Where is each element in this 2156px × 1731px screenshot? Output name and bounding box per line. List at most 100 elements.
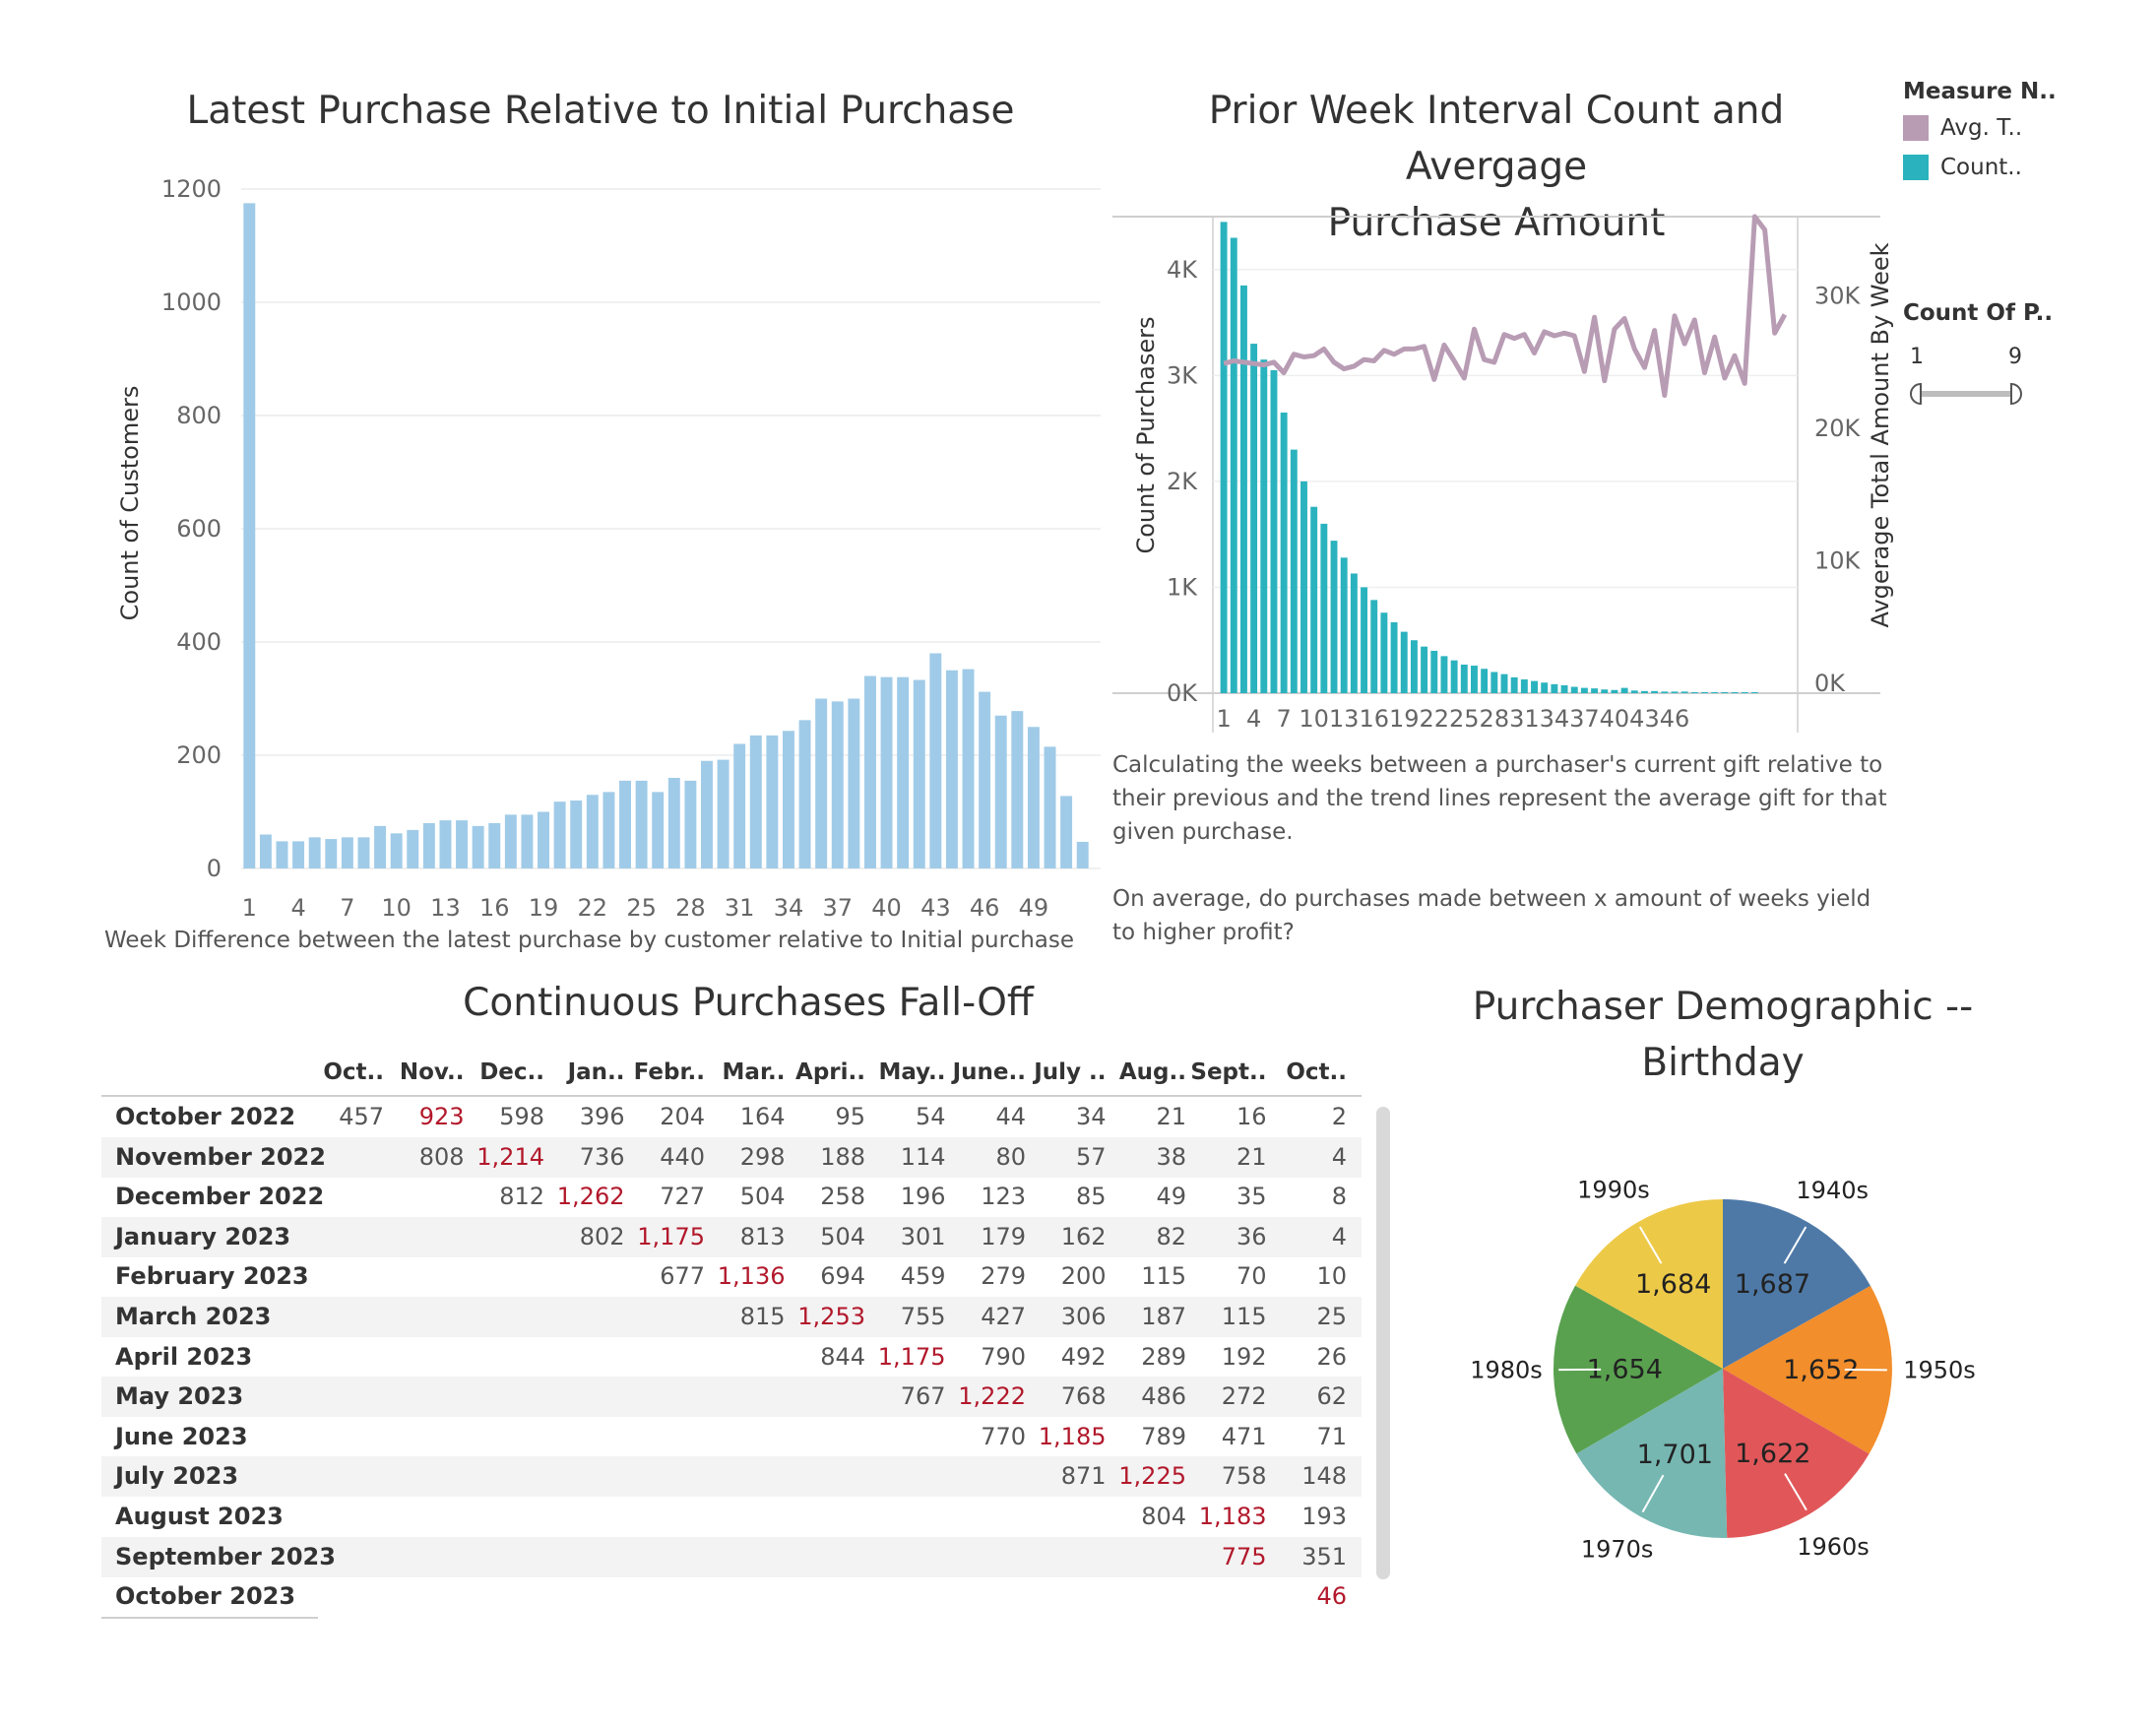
chart1-bar[interactable] <box>259 834 272 869</box>
table-column-header[interactable]: Aug.. <box>1108 1059 1186 1085</box>
table-row[interactable]: May 2023 767 1,222 768 486 272 62 <box>101 1377 1362 1418</box>
chart2-count-bar[interactable] <box>1300 481 1307 693</box>
table-column-header[interactable]: June.. <box>947 1059 1026 1085</box>
table-column-header[interactable]: Oct.. <box>305 1059 384 1085</box>
chart1-bar[interactable] <box>341 837 353 868</box>
chart2-count-bar[interactable] <box>1320 523 1328 693</box>
table-column-header[interactable]: Apri.. <box>787 1059 865 1085</box>
chart2-count-bar[interactable] <box>1611 689 1618 693</box>
chart2-count-bar[interactable] <box>1640 690 1648 693</box>
chart1-bar[interactable] <box>586 795 599 868</box>
chart1-bar[interactable] <box>504 814 517 868</box>
chart1-bar[interactable] <box>733 743 746 869</box>
table-column-header[interactable]: Oct.. <box>1268 1059 1347 1085</box>
chart1-bar[interactable] <box>717 759 729 868</box>
chart2-count-bar[interactable] <box>1510 676 1518 693</box>
table-row[interactable]: August 2023 804 1,183 193 <box>101 1497 1362 1537</box>
chart2-count-bar[interactable] <box>1340 557 1348 693</box>
table-column-header[interactable]: Febr.. <box>626 1059 705 1085</box>
table-row[interactable]: June 2023 770 1,185 789 471 71 <box>101 1417 1362 1457</box>
chart1-bar[interactable] <box>1060 796 1073 868</box>
table-column-header[interactable]: Dec.. <box>466 1059 544 1085</box>
chart1-bar[interactable] <box>880 676 893 868</box>
chart2-count-bar[interactable] <box>1220 222 1228 693</box>
chart2-count-bar[interactable] <box>1591 688 1599 693</box>
table-row[interactable]: September 2023 775 351 <box>101 1536 1362 1577</box>
table-row[interactable]: October 2023 46 <box>101 1576 1362 1617</box>
chart1-bar[interactable] <box>701 760 713 868</box>
chart2-count-bar[interactable] <box>1361 587 1368 693</box>
chart2-count-bar[interactable] <box>1370 600 1378 693</box>
chart1-bar[interactable] <box>521 814 534 868</box>
chart2-count-bar[interactable] <box>1239 285 1247 693</box>
chart1-bar[interactable] <box>831 701 844 868</box>
chart2-count-bar[interactable] <box>1620 687 1628 693</box>
chart2-count-bar[interactable] <box>1260 359 1268 693</box>
chart2-count-bar[interactable] <box>1560 684 1568 693</box>
chart2-count-bar[interactable] <box>1520 679 1528 693</box>
chart2-count-bar[interactable] <box>1290 449 1298 693</box>
chart1-bar[interactable] <box>472 825 484 868</box>
chart2-count-bar[interactable] <box>1490 672 1498 693</box>
table-row[interactable]: March 2023 815 1,253 755 427 306 187 115 25 <box>101 1297 1362 1337</box>
chart1-bar[interactable] <box>374 825 387 868</box>
chart2-count-bar[interactable] <box>1651 690 1659 693</box>
chart2-count-bar[interactable] <box>1690 691 1698 693</box>
chart2-count-bar[interactable] <box>1570 686 1578 693</box>
chart2-count-bar[interactable] <box>1481 669 1489 693</box>
chart1-bar[interactable] <box>913 679 925 868</box>
chart1-bar[interactable] <box>798 720 811 868</box>
chart1-bar[interactable] <box>619 780 631 868</box>
chart2-count-bar[interactable] <box>1350 573 1358 693</box>
chart1-bar[interactable] <box>815 698 828 869</box>
chart2-count-bar[interactable] <box>1460 664 1468 693</box>
chart1-bar[interactable] <box>292 841 305 868</box>
chart2-count-bar[interactable] <box>1541 682 1549 693</box>
chart2-count-bar[interactable] <box>1400 631 1408 693</box>
chart1-bar[interactable] <box>276 841 288 868</box>
chart1-bar[interactable] <box>602 792 615 868</box>
chart1-bar[interactable] <box>945 670 958 868</box>
chart2-count-bar[interactable] <box>1721 691 1729 693</box>
chart2-count-bar[interactable] <box>1661 691 1669 693</box>
table-column-header[interactable]: Sept.. <box>1188 1059 1266 1085</box>
chart2-count-bar[interactable] <box>1230 237 1237 693</box>
chart2-count-bar[interactable] <box>1421 646 1428 693</box>
chart2-count-bar[interactable] <box>1450 660 1458 693</box>
chart1-bar[interactable] <box>1076 841 1089 868</box>
chart2-count-bar[interactable] <box>1471 666 1478 693</box>
chart1-bar[interactable] <box>308 837 321 868</box>
chart1-bar[interactable] <box>1044 746 1056 868</box>
chart2-count-bar[interactable] <box>1310 506 1318 693</box>
count-range-slider[interactable] <box>1903 379 2031 409</box>
chart2-count-bar[interactable] <box>1250 344 1258 693</box>
chart1-bar[interactable] <box>357 837 370 868</box>
chart1-bar[interactable] <box>570 801 583 868</box>
chart1-bar[interactable] <box>994 715 1007 868</box>
chart2-count-bar[interactable] <box>1750 691 1758 693</box>
chart2-count-bar[interactable] <box>1410 640 1418 693</box>
chart1-bar[interactable] <box>667 778 680 868</box>
chart2-count-bar[interactable] <box>1671 691 1679 693</box>
table-row[interactable]: January 2023 802 1,175 813 504 301 179 162 82 36 4 <box>101 1216 1362 1257</box>
chart2-count-bar[interactable] <box>1380 612 1388 693</box>
chart2-count-bar[interactable] <box>1711 691 1719 693</box>
chart1-bar[interactable] <box>749 735 762 868</box>
chart2-count-bar[interactable] <box>1731 691 1739 693</box>
chart2-count-bar[interactable] <box>1580 687 1588 693</box>
legend-item-count[interactable]: Count.. <box>1903 155 2022 180</box>
chart2-count-bar[interactable] <box>1330 541 1338 693</box>
chart2-count-bar[interactable] <box>1531 680 1538 693</box>
chart2-count-bar[interactable] <box>1601 689 1609 693</box>
slider-handle-max[interactable] <box>2010 382 2022 406</box>
table-column-header[interactable]: July .. <box>1028 1059 1106 1085</box>
chart2-count-bar[interactable] <box>1270 369 1278 693</box>
chart1-bar[interactable] <box>962 669 975 868</box>
chart2-count-bar[interactable] <box>1430 650 1438 693</box>
table-row[interactable]: April 2023 844 1,175 790 492 289 192 26 <box>101 1337 1362 1378</box>
chart1-bar[interactable] <box>929 653 942 869</box>
chart2-count-bar[interactable] <box>1440 656 1448 693</box>
chart1-bar[interactable] <box>782 731 794 868</box>
table-column-header[interactable]: May.. <box>867 1059 945 1085</box>
slider-handle-min[interactable] <box>1910 382 1922 406</box>
